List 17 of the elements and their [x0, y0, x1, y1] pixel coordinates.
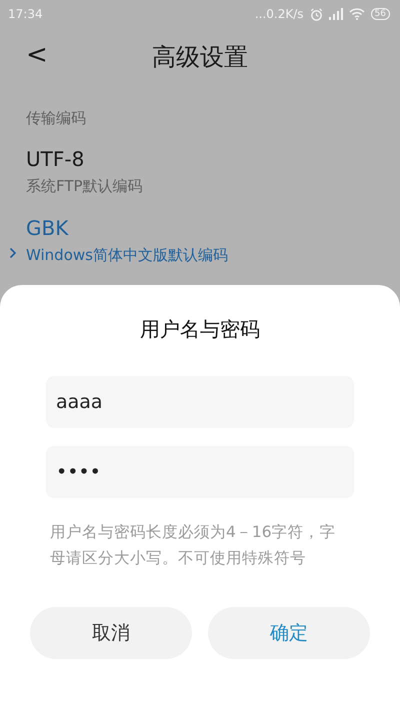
- wifi-icon: [348, 8, 365, 20]
- hint-text: 用户名与密码长度必须为4－16字符，字母请区分大小写。不可使用特殊符号: [50, 522, 337, 569]
- cancel-button[interactable]: 取消: [30, 607, 192, 659]
- back-button[interactable]: <: [22, 40, 52, 70]
- encoding-name[interactable]: UTF-8: [26, 146, 374, 172]
- encoding-description: Windows简体中文版默认编码: [26, 245, 229, 266]
- status-time: 17:34: [8, 7, 43, 21]
- page-title: 高级设置: [152, 42, 248, 73]
- section-label: 传输编码: [25, 108, 87, 128]
- signal-icon: [328, 8, 343, 20]
- network-speed: ...0.2K/s: [254, 7, 304, 21]
- alarm-icon: [310, 8, 323, 20]
- username-field[interactable]: aaaa: [46, 376, 354, 428]
- battery-icon: 56: [370, 8, 390, 20]
- dialog-title: 用户名与密码: [140, 316, 260, 343]
- password-field[interactable]: ••••: [46, 446, 354, 498]
- encoding-description: 系统FTP默认编码: [26, 176, 144, 197]
